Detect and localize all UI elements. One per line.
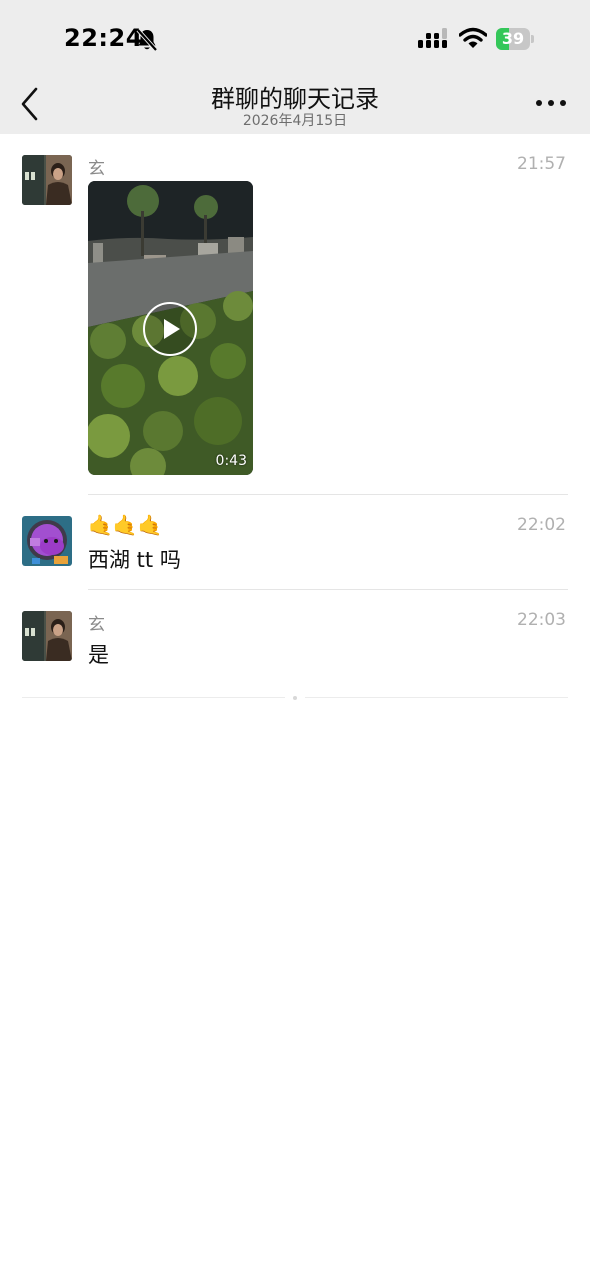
end-divider	[22, 697, 285, 698]
chevron-left-icon[interactable]	[14, 86, 46, 122]
person-photo-avatar[interactable]	[22, 611, 72, 661]
person-photo-avatar[interactable]	[22, 155, 72, 205]
status-time: 22:24	[64, 24, 143, 52]
battery-level: 39	[501, 29, 525, 48]
message-time: 22:02	[517, 515, 566, 535]
message-text: 西湖 tt 吗	[88, 548, 181, 572]
battery-indicator: 39	[496, 28, 536, 50]
wifi-icon	[459, 27, 487, 48]
message-divider	[88, 589, 568, 590]
purple-cartoon-avatar[interactable]	[22, 516, 72, 566]
bell-slash-icon	[136, 28, 158, 52]
page-date: 2026年4月15日	[242, 113, 348, 129]
sender-name: 玄	[88, 615, 105, 635]
video-duration: 0:43	[215, 453, 247, 469]
end-divider	[305, 697, 568, 698]
message-divider	[88, 494, 568, 495]
video-thumbnail[interactable]: 0:43	[88, 181, 253, 475]
page-title: 群聊的聊天记录	[211, 85, 379, 113]
top-bar: 22:24 39 群聊的聊天记录 2026年4月15日	[0, 0, 590, 134]
sender-name: 玄	[88, 159, 105, 179]
message-time: 22:03	[517, 610, 566, 630]
cellular-signal-icon	[418, 28, 447, 48]
end-dot	[293, 696, 297, 700]
message-text: 是	[88, 643, 109, 667]
sender-name: 🤙🤙🤙	[88, 513, 163, 537]
message-time: 21:57	[517, 154, 566, 174]
ellipsis-icon[interactable]	[534, 96, 568, 110]
play-icon[interactable]	[142, 301, 198, 357]
